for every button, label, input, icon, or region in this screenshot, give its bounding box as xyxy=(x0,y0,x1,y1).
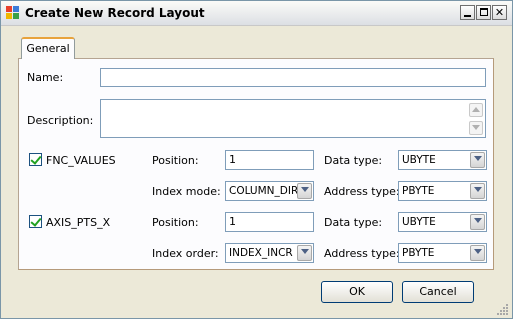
axis-data-type-value: UBYTE xyxy=(402,216,436,228)
chevron-down-icon[interactable] xyxy=(470,245,485,261)
minimize-button[interactable] xyxy=(460,5,475,20)
name-input[interactable] xyxy=(100,68,486,87)
app-icon xyxy=(6,6,20,20)
resize-grip-icon[interactable] xyxy=(497,303,509,315)
fnc-data-type-select[interactable]: UBYTE xyxy=(398,150,487,170)
ok-button[interactable]: OK xyxy=(321,281,393,303)
axis-data-type-select[interactable]: UBYTE xyxy=(398,212,487,232)
tab-general[interactable]: General xyxy=(21,37,75,59)
chevron-down-icon[interactable] xyxy=(470,214,485,230)
fnc-data-type-label: Data type: xyxy=(324,154,383,167)
minimize-icon xyxy=(464,15,471,17)
window-title: Create New Record Layout xyxy=(25,6,205,20)
close-button[interactable]: ✕ xyxy=(492,5,507,20)
axis-index-order-select[interactable]: INDEX_INCR xyxy=(225,243,314,263)
fnc-values-checkbox[interactable] xyxy=(29,153,42,166)
dialog-window: Create New Record Layout ✕ General Name:… xyxy=(0,0,513,319)
axis-address-type-select[interactable]: PBYTE xyxy=(398,243,487,263)
title-bar[interactable]: Create New Record Layout ✕ xyxy=(1,1,512,26)
chevron-down-icon[interactable] xyxy=(470,183,485,199)
maximize-icon xyxy=(480,8,488,16)
fnc-index-mode-label: Index mode: xyxy=(152,185,221,198)
scroll-down-icon[interactable] xyxy=(469,121,483,135)
fnc-position-label: Position: xyxy=(152,154,199,167)
axis-position-input[interactable]: 1 xyxy=(225,212,314,232)
fnc-index-mode-value: COLUMN_DIR xyxy=(229,185,299,197)
fnc-data-type-value: UBYTE xyxy=(402,154,436,166)
description-input[interactable] xyxy=(100,99,486,138)
cancel-button[interactable]: Cancel xyxy=(402,281,474,303)
close-icon: ✕ xyxy=(494,6,505,19)
fnc-address-type-label: Address type: xyxy=(324,185,400,198)
description-label: Description: xyxy=(27,114,94,127)
fnc-address-type-select[interactable]: PBYTE xyxy=(398,181,487,201)
fnc-index-mode-select[interactable]: COLUMN_DIR xyxy=(225,181,314,201)
fnc-address-type-value: PBYTE xyxy=(402,185,435,197)
chevron-down-icon[interactable] xyxy=(470,152,485,168)
fnc-position-input[interactable]: 1 xyxy=(225,150,314,170)
name-label: Name: xyxy=(27,71,64,84)
axis-address-type-value: PBYTE xyxy=(402,247,435,259)
axis-index-order-label: Index order: xyxy=(152,247,219,260)
general-panel: Name: Description: FNC_VALUES Position: … xyxy=(18,58,494,270)
scroll-up-icon[interactable] xyxy=(469,103,483,117)
fnc-values-label: FNC_VALUES xyxy=(46,154,116,167)
axis-index-order-value: INDEX_INCR xyxy=(229,247,293,259)
chevron-down-icon[interactable] xyxy=(297,245,312,261)
axis-pts-x-checkbox[interactable] xyxy=(29,215,42,228)
axis-pts-x-label: AXIS_PTS_X xyxy=(46,216,111,229)
axis-address-type-label: Address type: xyxy=(324,247,400,260)
axis-position-label: Position: xyxy=(152,216,199,229)
chevron-down-icon[interactable] xyxy=(297,183,312,199)
maximize-button[interactable] xyxy=(476,5,491,20)
axis-data-type-label: Data type: xyxy=(324,216,383,229)
